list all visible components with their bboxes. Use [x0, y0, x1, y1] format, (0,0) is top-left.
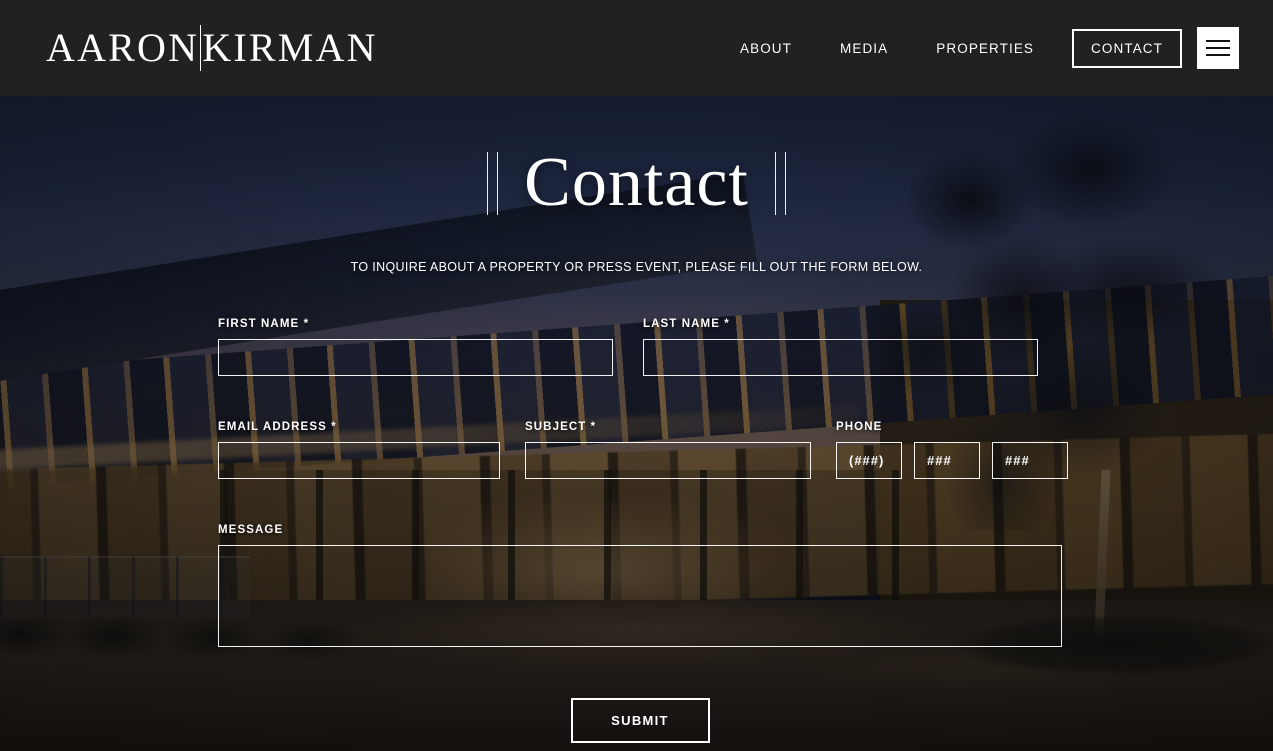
logo-wordmark: AARON KIRMAN	[46, 25, 378, 71]
message-textarea[interactable]	[218, 545, 1062, 647]
page-title-row: Contact	[0, 130, 1273, 236]
page-title: Contact	[524, 144, 749, 221]
nav-item-properties[interactable]: PROPERTIES	[912, 41, 1058, 56]
rule-left-1	[487, 151, 489, 215]
field-group-phone: PHONE	[836, 421, 1068, 479]
logo-first-word: AARON	[46, 25, 200, 70]
double-vertical-rule-icon-left	[487, 151, 499, 215]
rule-right-2	[784, 151, 786, 215]
form-row-names: FIRST NAME * LAST NAME *	[218, 318, 1062, 376]
nav-item-media[interactable]: MEDIA	[816, 41, 912, 56]
phone-prefix-input[interactable]	[914, 442, 980, 479]
message-label: MESSAGE	[218, 524, 284, 536]
email-input[interactable]	[218, 442, 500, 479]
nav-item-about[interactable]: ABOUT	[716, 41, 816, 56]
hamburger-line-1	[1206, 40, 1230, 42]
form-row-contact-details: EMAIL ADDRESS * SUBJECT * PHONE	[218, 421, 1068, 479]
site-logo[interactable]: AARON KIRMAN	[46, 23, 378, 73]
main-navigation: ABOUT MEDIA PROPERTIES CONTACT	[716, 0, 1239, 96]
contact-form: FIRST NAME * LAST NAME * EMAIL ADDRESS *…	[218, 318, 1068, 743]
email-label: EMAIL ADDRESS *	[218, 421, 337, 433]
last-name-input[interactable]	[643, 339, 1038, 376]
subject-input[interactable]	[525, 442, 811, 479]
phone-label: PHONE	[836, 421, 883, 433]
logo-second-word: KIRMAN	[202, 25, 378, 70]
last-name-label: LAST NAME *	[643, 318, 730, 330]
hamburger-line-3	[1206, 54, 1230, 56]
submit-row: SUBMIT	[218, 698, 1062, 743]
page-subtitle: TO INQUIRE ABOUT A PROPERTY OR PRESS EVE…	[350, 260, 923, 274]
phone-area-code-input[interactable]	[836, 442, 902, 479]
first-name-input[interactable]	[218, 339, 613, 376]
nav-contact-button[interactable]: CONTACT	[1072, 28, 1182, 68]
phone-line-number-input[interactable]	[992, 442, 1068, 479]
phone-input-group	[836, 442, 1068, 479]
first-name-label: FIRST NAME *	[218, 318, 310, 330]
field-group-first-name: FIRST NAME *	[218, 318, 613, 376]
site-header: AARON KIRMAN ABOUT MEDIA PROPERTIES CONT…	[0, 0, 1273, 96]
hamburger-menu-icon[interactable]	[1197, 27, 1239, 69]
vertical-divider-icon	[200, 25, 202, 71]
hamburger-line-2	[1206, 47, 1230, 49]
hero-section: Contact TO INQUIRE ABOUT A PROPERTY OR P…	[0, 96, 1273, 275]
field-group-last-name: LAST NAME *	[643, 318, 1038, 376]
rule-right-1	[774, 151, 776, 215]
form-row-message: MESSAGE	[218, 524, 1062, 652]
contact-page: AARON KIRMAN ABOUT MEDIA PROPERTIES CONT…	[0, 0, 1273, 751]
field-group-subject: SUBJECT *	[525, 421, 811, 479]
subject-label: SUBJECT *	[525, 421, 597, 433]
field-group-email: EMAIL ADDRESS *	[218, 421, 500, 479]
double-vertical-rule-icon-right	[774, 151, 786, 215]
submit-button[interactable]: SUBMIT	[570, 698, 710, 743]
